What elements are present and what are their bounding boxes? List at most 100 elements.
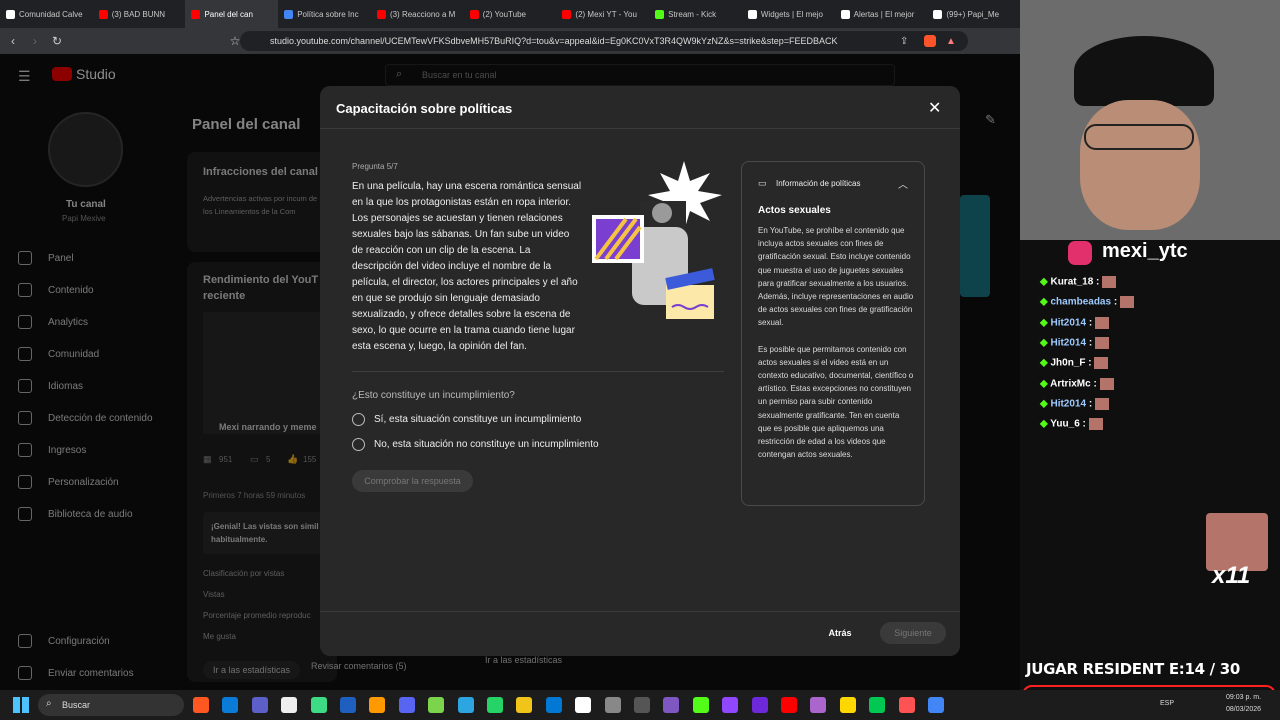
question-divider (352, 371, 724, 372)
radio-yes[interactable] (352, 413, 365, 426)
chat-message: ◆ Hit2014 : (1040, 316, 1109, 329)
reload-icon[interactable]: ↻ (48, 34, 66, 48)
next-button[interactable]: Siguiente (880, 622, 946, 644)
policy-title: Actos sexuales (758, 205, 831, 216)
taskbar-app-icon[interactable] (398, 697, 415, 713)
taskbar-app-icon[interactable] (751, 697, 768, 713)
browser-tab[interactable]: (99+) Papi_Me (927, 0, 1020, 28)
taskbar-app-icon[interactable] (869, 697, 886, 713)
taskbar-search-label: Buscar (62, 700, 91, 710)
taskbar-app-icon[interactable] (663, 697, 680, 713)
taskbar-app-icon[interactable] (487, 697, 503, 713)
tab-favicon-icon (191, 9, 201, 19)
option-yes-label: Sí, esta situación constituye un incumpl… (374, 414, 582, 425)
browser-tab[interactable]: (3) Reacciono a M (371, 0, 464, 28)
taskbar-app-icon[interactable] (222, 697, 239, 713)
chat-username: Yuu_6 (1050, 418, 1080, 430)
browser-tab[interactable]: (3) BAD BUNN (93, 0, 186, 28)
tab-favicon-icon (469, 9, 479, 19)
game-status: JUGAR RESIDENT E:14 / 30 (1026, 660, 1241, 678)
tab-label: Comunidad Calve (19, 9, 83, 19)
question-prompt: ¿Esto constituye un incumplimiento? (352, 390, 515, 401)
chat-username: Kurat_18 (1050, 276, 1094, 288)
option-no[interactable]: No, esta situación no constituye un incu… (352, 438, 599, 451)
chat-emote-icon (1119, 296, 1134, 309)
chat-username: Hit2014 (1050, 337, 1087, 349)
forward-arrow-icon[interactable]: › (26, 34, 44, 48)
url-field[interactable]: studio.youtube.com/channel/UCEMTewVFKSdb… (240, 31, 968, 51)
windows-start-icon[interactable] (13, 697, 29, 713)
browser-tab[interactable]: Panel del can (185, 0, 279, 28)
chat-separator: : (1079, 418, 1089, 430)
chat-emote-icon (1102, 276, 1117, 288)
chat-emote-icon (1088, 418, 1103, 431)
tab-favicon-icon (933, 9, 943, 19)
collapse-chevron-icon[interactable]: ︿ (898, 176, 908, 191)
taskbar-app-icon[interactable] (928, 697, 944, 713)
taskbar-app-icon[interactable] (898, 697, 915, 713)
taskbar-app-icon[interactable] (457, 697, 474, 713)
taskbar-app-icon[interactable] (428, 697, 445, 713)
close-icon[interactable]: ✕ (928, 98, 941, 118)
tab-label: (3) BAD BUNN (111, 9, 166, 19)
webcam-feed (1020, 0, 1280, 240)
streamer-cap (1074, 36, 1214, 106)
browser-tab[interactable]: (2) YouTube (464, 0, 557, 28)
taskbar-app-icon[interactable] (516, 697, 533, 713)
browser-tab[interactable]: Política sobre Inc (278, 0, 371, 28)
streamer-face (1080, 100, 1200, 230)
browser-tab[interactable]: Stream - Kick (649, 0, 742, 28)
taskbar-app-icon[interactable] (193, 697, 209, 713)
taskbar-app-icon[interactable] (634, 697, 650, 713)
chat-badge-icon: ◆ (1040, 398, 1051, 410)
taskbar-app-icon[interactable] (281, 697, 298, 713)
emote-multiplier: x11 (1212, 562, 1251, 589)
option-yes[interactable]: Sí, esta situación constituye un incumpl… (352, 413, 581, 426)
chat-separator: : (1086, 398, 1095, 410)
dialog-title: Capacitación sobre políticas (336, 101, 513, 116)
taskbar-app-icon[interactable] (692, 697, 709, 713)
taskbar-search[interactable]: ⌕ Buscar (38, 694, 184, 716)
tab-favicon-icon (6, 9, 15, 19)
chat-separator: : (1085, 357, 1095, 369)
taskbar-app-icon[interactable] (781, 697, 797, 713)
tab-label: (3) Reacciono a M (389, 9, 456, 19)
taskbar-app-icon[interactable] (810, 697, 827, 713)
back-button[interactable]: Atrás (816, 622, 864, 644)
taskbar-app-icon[interactable] (369, 697, 386, 713)
taskbar-app-icon[interactable] (604, 697, 621, 713)
taskbar-app-icon[interactable] (722, 697, 739, 713)
taskbar-app-icon[interactable] (340, 697, 356, 713)
browser-tab[interactable]: Widgets | El mejo (742, 0, 835, 28)
chat-separator: : (1086, 317, 1095, 329)
browser-address-bar: ‹ › ↻ ☆ studio.youtube.com/channel/UCEMT… (0, 28, 1020, 54)
chat-separator: : (1086, 337, 1095, 349)
chat-username: chambeadas (1050, 296, 1112, 308)
radio-no[interactable] (352, 438, 365, 451)
policy-illustration (592, 161, 722, 319)
browser-tab[interactable]: Alertas | El mejor (835, 0, 928, 28)
browser-tab[interactable]: Comunidad Calve (0, 0, 93, 28)
brave-shield-icon[interactable] (924, 35, 936, 47)
book-icon: ▭ (758, 178, 767, 188)
tab-label: (99+) Papi_Me (946, 9, 1000, 19)
tab-favicon-icon (376, 9, 386, 19)
taskbar-app-icon[interactable] (575, 697, 592, 713)
browser-tab[interactable]: (2) Mexi YT - You (556, 0, 649, 28)
brave-rewards-icon[interactable]: ▲ (946, 36, 956, 47)
share-icon[interactable]: ⇪ (900, 36, 908, 47)
check-answer-button[interactable]: Comprobar la respuesta (352, 470, 473, 492)
policy-body: En YouTube, se prohíbe el contenido que … (758, 224, 914, 461)
taskbar-app-icon[interactable] (251, 697, 268, 713)
taskbar-app-icon[interactable] (310, 697, 327, 713)
tab-favicon-icon (562, 9, 572, 19)
taskbar-app-icon[interactable] (545, 697, 562, 713)
chat-username: Jh0n_F (1050, 357, 1086, 369)
tab-label: Panel del can (204, 9, 253, 19)
tab-favicon-icon (98, 9, 108, 19)
chat-separator: : (1090, 378, 1100, 390)
taskbar-app-icon[interactable] (839, 697, 856, 713)
instagram-handle: mexi_ytc (1102, 240, 1188, 262)
policy-header: Información de políticas (776, 179, 861, 188)
back-arrow-icon[interactable]: ‹ (4, 34, 22, 48)
